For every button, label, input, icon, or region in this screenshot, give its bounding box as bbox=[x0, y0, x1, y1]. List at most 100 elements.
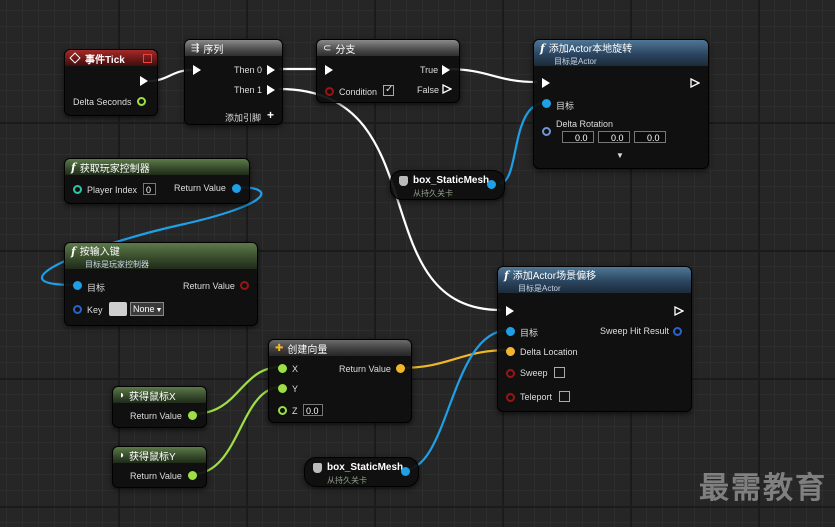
player-controller-header: f 获取玩家控制器 bbox=[65, 159, 249, 175]
get-player-controller-node[interactable]: f 获取玩家控制器 Player Index 0 Return Value bbox=[64, 158, 250, 204]
true-pin[interactable] bbox=[442, 65, 450, 75]
event-diamond-icon bbox=[69, 52, 81, 64]
make-vector-title: 创建向量 bbox=[287, 344, 328, 356]
teleport-checkbox[interactable] bbox=[559, 391, 570, 402]
delta-seconds-pin[interactable] bbox=[137, 97, 146, 106]
add-pin-label[interactable]: 添加引脚 bbox=[225, 111, 261, 124]
then1-pin[interactable] bbox=[267, 85, 275, 95]
keyboard-icon[interactable] bbox=[109, 302, 127, 316]
target-pin[interactable] bbox=[73, 281, 82, 290]
input-key-header: f 按输入键 目标是玩家控制器 bbox=[65, 243, 257, 269]
sequence-node[interactable]: ⇶ 序列 Then 0 Then 1 添加引脚 + bbox=[184, 39, 283, 125]
target-label: 目标 bbox=[556, 101, 575, 111]
z-label: Z bbox=[292, 406, 298, 416]
return-value-pin[interactable] bbox=[232, 184, 241, 193]
exec-in-pin[interactable] bbox=[506, 306, 514, 316]
delta-rotation-label: Delta Rotation bbox=[556, 119, 614, 129]
key-select[interactable]: None▼ bbox=[130, 302, 164, 316]
true-label: True bbox=[420, 65, 439, 75]
sweep-pin[interactable] bbox=[506, 369, 515, 378]
offset-header: f 添加Actor场景偏移 目标是Actor bbox=[498, 267, 691, 293]
then0-label: Then 0 bbox=[234, 65, 263, 75]
exec-out-pin[interactable] bbox=[674, 306, 684, 316]
return-value-label: Return Value bbox=[174, 183, 226, 193]
sweep-label: Sweep bbox=[520, 368, 548, 378]
return-value-pin[interactable] bbox=[188, 471, 197, 480]
exec-in-pin[interactable] bbox=[193, 65, 201, 75]
mouse-y-title: 获得鼠标Y bbox=[129, 451, 176, 463]
function-icon: f bbox=[540, 41, 545, 55]
return-value-label: Return Value bbox=[130, 471, 182, 481]
false-pin[interactable] bbox=[442, 84, 452, 94]
delta-location-pin[interactable] bbox=[506, 347, 515, 356]
return-value-pin[interactable] bbox=[240, 281, 249, 290]
condition-label: Condition bbox=[339, 87, 378, 97]
event-tick-header: 事件Tick bbox=[65, 50, 157, 66]
return-value-label: Return Value bbox=[130, 411, 182, 421]
event-tick-node[interactable]: 事件Tick Delta Seconds bbox=[64, 49, 158, 116]
return-value-pin[interactable] bbox=[396, 364, 405, 373]
mesh-top-output-pin[interactable] bbox=[487, 180, 496, 189]
delta-rotation-pin[interactable] bbox=[542, 127, 551, 136]
function-icon: f bbox=[504, 268, 509, 282]
y-pin[interactable] bbox=[278, 384, 287, 393]
mouse-icon: ◗ bbox=[119, 389, 126, 401]
add-pin-plus-icon[interactable]: + bbox=[267, 108, 274, 122]
player-index-label: Player Index bbox=[87, 185, 138, 195]
input-key-subtitle: 目标是玩家控制器 bbox=[85, 259, 149, 269]
static-mesh-icon bbox=[313, 463, 322, 473]
rotation-title: 添加Actor本地旋转 bbox=[548, 43, 633, 55]
expand-arrow-icon[interactable]: ▼ bbox=[616, 151, 624, 160]
rotation-y-field[interactable]: 0.0 bbox=[598, 131, 630, 143]
mesh-top-subtitle: 从持久关卡 bbox=[413, 189, 453, 198]
make-vector-node[interactable]: ✚ 创建向量 X Return Value Y Z 0.0 bbox=[268, 339, 412, 423]
box-static-mesh-bottom-node[interactable]: box_StaticMesh 从持久关卡 bbox=[304, 457, 419, 487]
input-key-node[interactable]: f 按输入键 目标是玩家控制器 目标 Return Value Key None▼ bbox=[64, 242, 258, 326]
player-index-field[interactable]: 0 bbox=[143, 183, 156, 195]
sweep-hit-pin[interactable] bbox=[673, 327, 682, 336]
return-value-pin[interactable] bbox=[188, 411, 197, 420]
condition-checkbox[interactable] bbox=[383, 84, 394, 96]
rotation-z-field[interactable]: 0.0 bbox=[634, 131, 666, 143]
exec-in-pin[interactable] bbox=[325, 65, 333, 75]
exec-out-pin[interactable] bbox=[140, 76, 148, 86]
exec-in-pin[interactable] bbox=[542, 78, 550, 88]
sweep-checkbox[interactable] bbox=[554, 367, 565, 378]
then0-pin[interactable] bbox=[267, 65, 275, 75]
teleport-pin[interactable] bbox=[506, 393, 515, 402]
mesh-bottom-output-pin[interactable] bbox=[401, 467, 410, 476]
z-value-field[interactable]: 0.0 bbox=[303, 404, 323, 416]
teleport-label: Teleport bbox=[520, 392, 553, 402]
player-controller-title: 获取玩家控制器 bbox=[79, 163, 150, 175]
get-mouse-x-node[interactable]: ◗ 获得鼠标X Return Value bbox=[112, 386, 207, 428]
y-label: Y bbox=[292, 384, 299, 394]
x-pin[interactable] bbox=[278, 364, 287, 373]
rotation-subtitle: 目标是Actor bbox=[554, 56, 597, 66]
watermark: 最需教育 bbox=[699, 471, 827, 506]
add-local-rotation-node[interactable]: f 添加Actor本地旋转 目标是Actor 目标 Delta Rotation … bbox=[533, 39, 709, 169]
exec-out-pin[interactable] bbox=[690, 78, 700, 88]
branch-title: 分支 bbox=[335, 44, 356, 56]
key-label: Key bbox=[87, 305, 103, 315]
mesh-bottom-subtitle: 从持久关卡 bbox=[327, 476, 367, 485]
z-pin[interactable] bbox=[278, 406, 287, 415]
box-static-mesh-top-node[interactable]: box_StaticMesh 从持久关卡 bbox=[390, 170, 505, 200]
target-pin[interactable] bbox=[506, 327, 515, 336]
condition-pin[interactable] bbox=[325, 87, 334, 96]
delegate-square-icon[interactable] bbox=[143, 54, 152, 63]
add-world-offset-node[interactable]: f 添加Actor场景偏移 目标是Actor 目标 Sweep Hit Resul… bbox=[497, 266, 692, 412]
rotation-x-field[interactable]: 0.0 bbox=[562, 131, 594, 143]
mouse-x-title: 获得鼠标X bbox=[129, 391, 176, 403]
function-icon: f bbox=[71, 160, 76, 174]
event-tick-title: 事件Tick bbox=[85, 54, 125, 66]
sequence-header: ⇶ 序列 bbox=[185, 40, 282, 56]
player-index-pin[interactable] bbox=[73, 185, 82, 194]
target-pin[interactable] bbox=[542, 99, 551, 108]
target-label: 目标 bbox=[87, 283, 106, 293]
key-pin[interactable] bbox=[73, 305, 82, 314]
get-mouse-y-node[interactable]: ◗ 获得鼠标Y Return Value bbox=[112, 446, 207, 488]
branch-node[interactable]: ⊂ 分支 True Condition False bbox=[316, 39, 460, 103]
false-label: False bbox=[417, 85, 440, 95]
static-mesh-icon bbox=[399, 176, 408, 186]
offset-subtitle: 目标是Actor bbox=[518, 283, 561, 293]
